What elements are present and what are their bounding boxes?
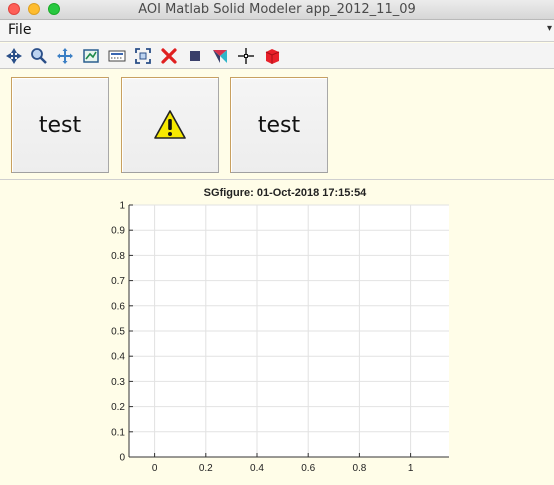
y-tick-label: 0.8 (111, 251, 125, 262)
window-title: AOI Matlab Solid Modeler app_2012_11_09 (138, 2, 416, 17)
fit-view-icon[interactable] (134, 47, 152, 65)
x-tick-label: 1 (408, 463, 414, 474)
menu-bar: File ▾ (0, 20, 554, 42)
crosshair-icon[interactable] (237, 47, 255, 65)
x-tick-label: 0.2 (199, 463, 213, 474)
stop-icon[interactable] (186, 47, 204, 65)
y-tick-label: 0 (119, 453, 125, 464)
x-tick-label: 0.4 (250, 463, 264, 474)
insert-colorbar-icon[interactable] (108, 47, 126, 65)
y-tick-label: 0.1 (111, 427, 125, 438)
y-tick-label: 0.4 (111, 352, 125, 363)
x-tick-label: 0 (152, 463, 158, 474)
test-button-1-label: test (38, 112, 82, 138)
y-tick-label: 1 (119, 201, 125, 212)
y-tick-label: 0.3 (111, 377, 125, 388)
y-tick-label: 0.5 (111, 327, 125, 338)
view-axes-icon[interactable] (211, 47, 229, 65)
plot-axes[interactable]: 0 0.2 0.4 0.6 0.8 1 0 0.1 0.2 0.3 0.4 0.5 0.6 0.7 0.8 0… (100, 198, 460, 483)
zoom-icon[interactable] (30, 47, 48, 65)
button-panel: test test (0, 71, 554, 180)
red-cube-icon[interactable] (263, 47, 281, 65)
warning-icon (154, 110, 186, 139)
data-cursor-icon[interactable] (5, 47, 23, 65)
y-tick-label: 0.6 (111, 301, 125, 312)
pan-icon[interactable] (56, 47, 74, 65)
figure-toolbar (0, 43, 554, 69)
delete-icon[interactable] (160, 47, 178, 65)
test-button-1[interactable]: test (11, 77, 109, 173)
warning-button[interactable] (121, 77, 219, 173)
edit-plot-icon[interactable] (82, 47, 100, 65)
test-button-2-label: test (257, 112, 301, 138)
title-bar: AOI Matlab Solid Modeler app_2012_11_09 (0, 0, 554, 20)
x-tick-label: 0.6 (301, 463, 315, 474)
x-tick-label: 0.8 (352, 463, 366, 474)
test-button-2[interactable]: test (230, 77, 328, 173)
y-tick-label: 0.9 (111, 226, 125, 237)
y-tick-label: 0.2 (111, 402, 125, 413)
menu-file[interactable]: File (8, 22, 31, 38)
chevron-down-icon[interactable]: ▾ (547, 23, 552, 34)
y-tick-label: 0.7 (111, 276, 125, 287)
